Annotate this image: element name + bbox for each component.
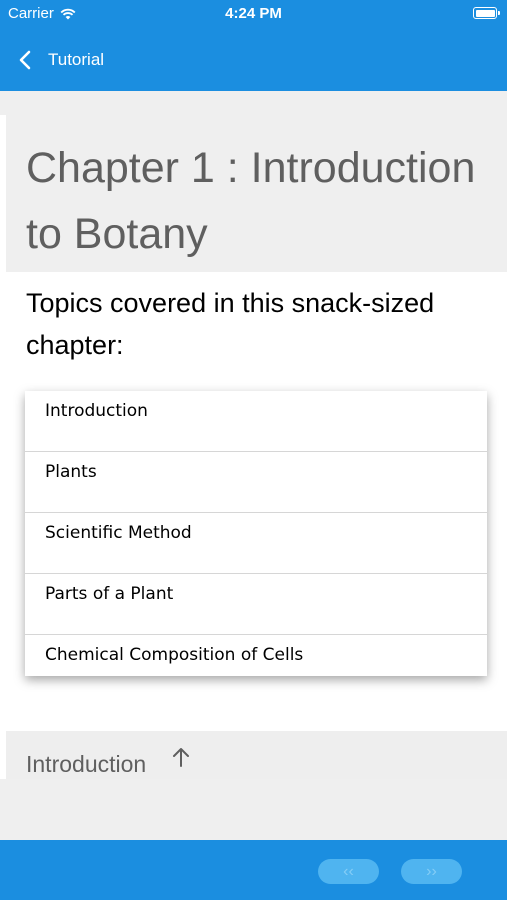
topic-item-chemical-composition[interactable]: Chemical Composition of Cells — [25, 635, 487, 696]
chevron-left-icon — [19, 50, 31, 70]
section-title: Introduction — [26, 751, 147, 777]
chapter-title: Chapter 1 : Introduction to Botany — [6, 115, 507, 272]
back-button[interactable]: Tutorial — [18, 50, 104, 70]
bottom-toolbar: ‹‹ ›› — [0, 840, 507, 900]
content-spacer — [0, 91, 507, 115]
topic-item-plants[interactable]: Plants — [25, 452, 487, 513]
content-footer-area — [0, 779, 507, 840]
topic-item-introduction[interactable]: Introduction — [25, 391, 487, 452]
battery-icon — [473, 7, 500, 19]
topic-item-scientific-method[interactable]: Scientific Method — [25, 513, 487, 574]
previous-page-button[interactable]: ‹‹ — [318, 859, 379, 884]
topics-intro-text: Topics covered in this snack-sized chapt… — [26, 288, 435, 360]
navigation-bar: Tutorial — [0, 28, 507, 91]
back-button-label: Tutorial — [48, 50, 105, 69]
topics-list: Introduction Plants Scientific Method Pa… — [25, 391, 487, 676]
arrow-up-icon[interactable] — [171, 746, 191, 768]
status-bar: Carrier 4:24 PM — [0, 0, 507, 28]
clock: 4:24 PM — [225, 5, 282, 22]
section-header: Introduction — [6, 731, 507, 779]
topic-item-parts-of-a-plant[interactable]: Parts of a Plant — [25, 574, 487, 635]
next-page-button[interactable]: ›› — [401, 859, 462, 884]
